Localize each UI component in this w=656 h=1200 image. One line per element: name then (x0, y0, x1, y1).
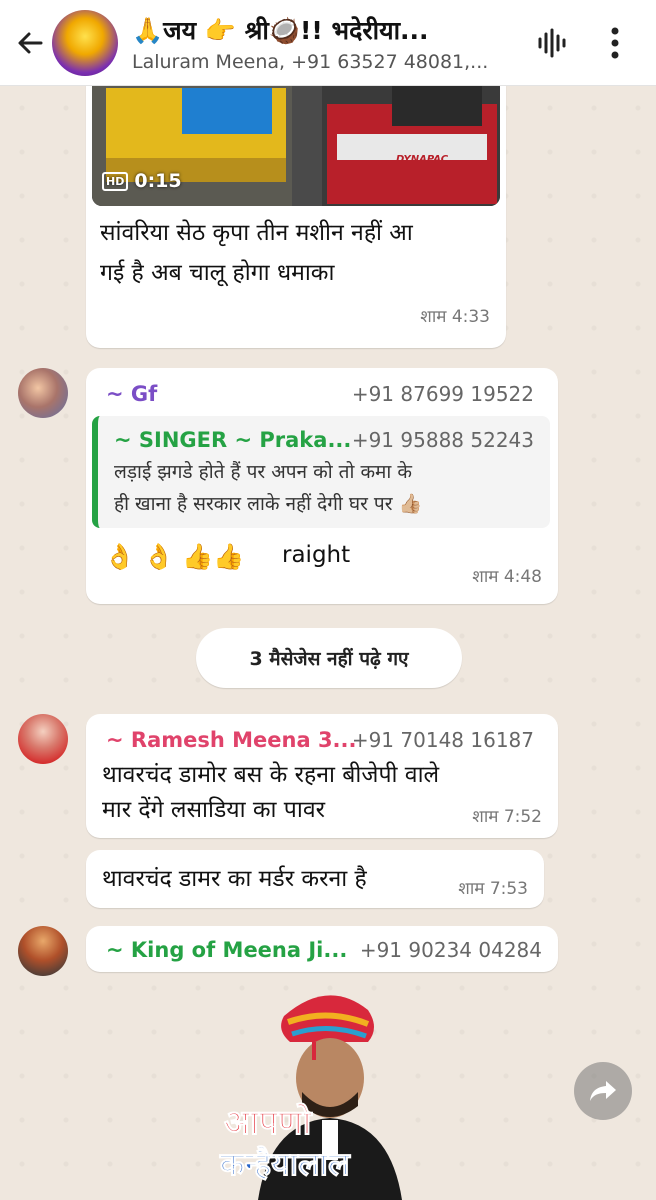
emoji-row: 👌 👌 👍👍 (104, 542, 245, 571)
video-caption-line2: गई है अब चालू होगा धमाका (100, 260, 335, 286)
sender-name[interactable]: ~ Gf (106, 382, 157, 406)
sender-phone: +91 90234 04284 (359, 938, 542, 962)
video-duration: 0:15 (134, 170, 182, 192)
ramesh-avatar[interactable] (18, 714, 68, 764)
sticker-text-line2: कन्हैयालाल (220, 1145, 351, 1184)
king-avatar[interactable] (18, 926, 68, 976)
video-thumbnail[interactable]: DYNAPAC HD 0:15 (92, 86, 500, 206)
chat-header: 🙏जय 👉 श्री🥥!! भदेरीया... Laluram Meena, … (0, 0, 656, 86)
reply-message-bubble[interactable]: ~ Gf +91 87699 19522 ~ SINGER ~ Praka...… (86, 368, 558, 604)
quoted-line1: लड़ाई झगडे होते हैं पर अपन को तो कमा के (114, 461, 412, 483)
ramesh-message-bubble[interactable]: ~ Ramesh Meena 3... +91 70148 16187 थावर… (86, 714, 558, 838)
sender-phone: +91 87699 19522 (351, 382, 534, 406)
message-time: शाम 4:33 (420, 307, 490, 327)
sender-name[interactable]: ~ King of Meena Ji... (106, 938, 347, 962)
gf-avatar[interactable] (18, 368, 68, 418)
message-text: थावरचंद डामर का मर्डर करना है (102, 866, 367, 892)
quoted-line2: ही खाना है सरकार लाके नहीं देगी घर पर 👍🏼 (114, 493, 423, 515)
message-line1: थावरचंद डामोर बस के रहना बीजेपी वाले (102, 762, 440, 788)
message-time: शाम 4:48 (472, 567, 542, 587)
group-avatar[interactable] (52, 9, 118, 76)
message-line2: मार देंगे लसाडिया का पावर (102, 797, 326, 823)
sender-phone: +91 70148 16187 (351, 728, 534, 752)
message-time: शाम 7:53 (458, 879, 528, 899)
unread-messages-banner: 3 मैसेजेस नहीं पढ़े गए (196, 628, 462, 688)
chat-area[interactable]: DYNAPAC HD 0:15 सांवरिया सेठ कृपा तीन मश… (0, 86, 656, 1200)
video-message-bubble[interactable]: DYNAPAC HD 0:15 सांवरिया सेठ कृपा तीन मश… (86, 86, 506, 348)
group-members: Laluram Meena, +91 63527 48081,... (132, 50, 489, 73)
group-title: 🙏जय 👉 श्री🥥!! भदेरीया... (132, 15, 429, 45)
voice-chat-icon[interactable] (528, 20, 574, 66)
dynapac-logo: DYNAPAC (396, 154, 449, 165)
video-caption-line1: सांवरिया सेठ कृपा तीन मशीन नहीं आ (100, 220, 413, 246)
forward-icon[interactable] (574, 1062, 632, 1120)
more-options-icon[interactable] (592, 20, 638, 66)
quoted-phone: +91 95888 52243 (351, 428, 534, 452)
hd-badge: HD (102, 171, 129, 191)
king-message-header[interactable]: ~ King of Meena Ji... +91 90234 04284 (86, 926, 558, 972)
ramesh-message-bubble-2[interactable]: थावरचंद डामर का मर्डर करना है शाम 7:53 (86, 850, 544, 908)
message-time: शाम 7:52 (472, 807, 542, 827)
sticker[interactable]: आपणो कन्हैयालाल (218, 982, 438, 1200)
sticker-text-line1: आपणो (223, 1103, 312, 1144)
sender-name[interactable]: ~ Ramesh Meena 3... (106, 728, 357, 752)
video-duration-overlay: HD 0:15 (102, 170, 182, 192)
group-info[interactable]: 🙏जय 👉 श्री🥥!! भदेरीया... Laluram Meena, … (132, 13, 528, 73)
quoted-sender: ~ SINGER ~ Praka... (114, 428, 352, 452)
quoted-message[interactable]: ~ SINGER ~ Praka... +91 95888 52243 लड़ा… (92, 416, 550, 528)
reply-text: raight (282, 542, 351, 568)
back-arrow-icon[interactable] (10, 23, 50, 63)
